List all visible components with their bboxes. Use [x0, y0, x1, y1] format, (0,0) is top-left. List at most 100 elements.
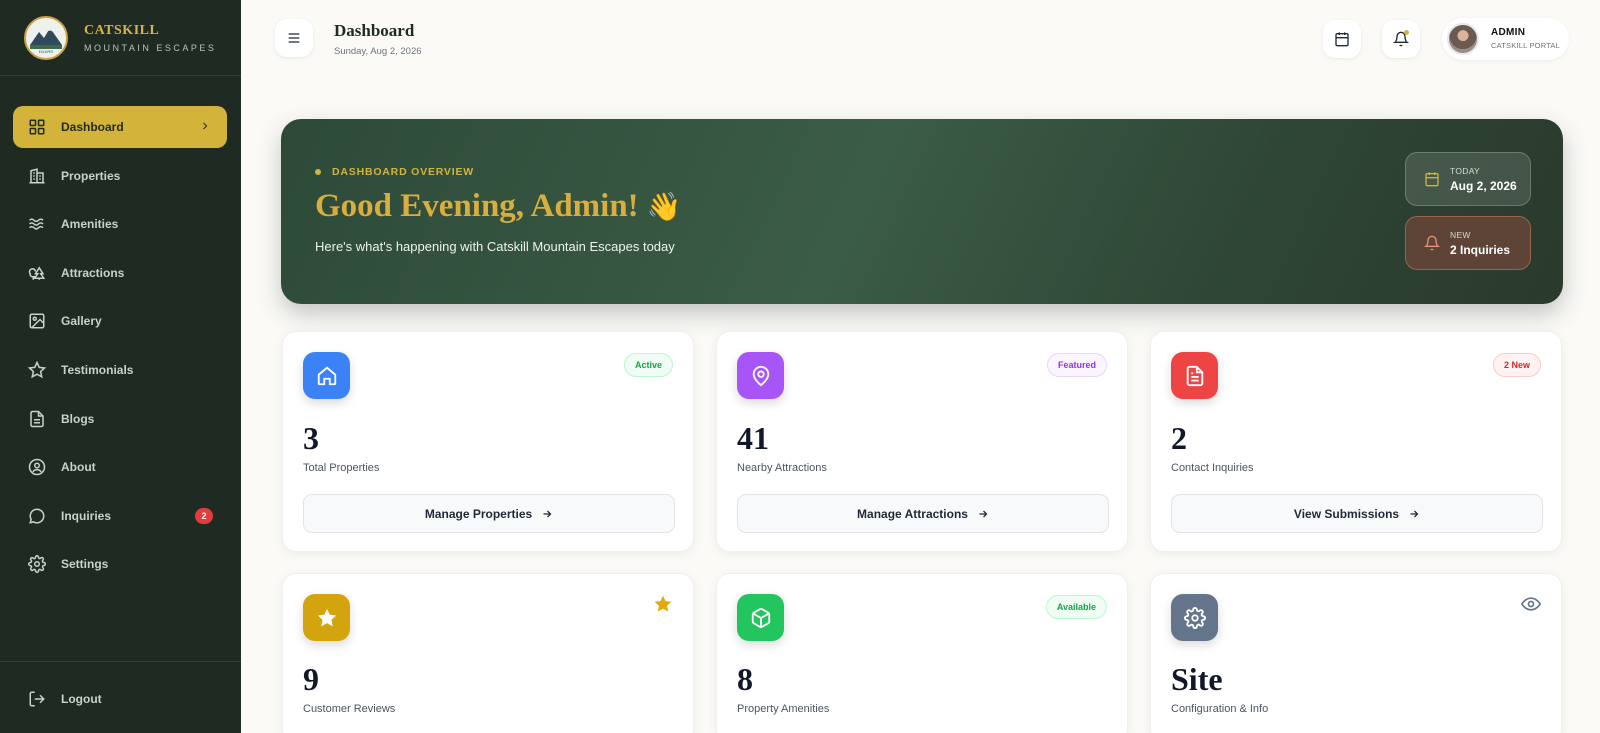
sidebar-item-label: About: [61, 460, 96, 475]
status-badge: 2 New: [1492, 353, 1541, 377]
brand: ESCAPES CATSKILL MOUNTAIN ESCAPES: [0, 0, 241, 76]
stat-card-amenities: Available 8 Property Amenities: [716, 573, 1128, 733]
sidebar-item-about[interactable]: About: [13, 446, 227, 488]
page-date: Sunday, Aug 2, 2026: [334, 46, 422, 57]
box-icon: [737, 594, 784, 641]
manage-properties-button[interactable]: Manage Properties: [303, 494, 675, 533]
sidebar-item-label: Inquiries: [61, 508, 112, 523]
eye-icon[interactable]: [1520, 594, 1542, 619]
hero-kicker-label: DASHBOARD OVERVIEW: [332, 166, 474, 178]
map-pin-icon: [737, 352, 784, 399]
notifications-button[interactable]: [1382, 20, 1420, 58]
star-icon: [303, 594, 350, 641]
new-inquiries-pill[interactable]: NEW 2 Inquiries: [1405, 216, 1531, 270]
brand-logo[interactable]: ESCAPES: [24, 15, 68, 60]
hero-greeting: Good Evening, Admin! 👋: [315, 188, 682, 225]
bell-icon: [1424, 235, 1440, 251]
button-label: View Submissions: [1293, 506, 1400, 521]
file-icon: [1171, 352, 1218, 399]
stat-card-site: Site Configuration & Info: [1150, 573, 1562, 733]
sidebar-item-properties[interactable]: Properties: [13, 155, 227, 197]
view-submissions-button[interactable]: View Submissions: [1171, 494, 1543, 533]
arrow-right-icon: [1408, 508, 1420, 520]
waving-hand-icon: 👋: [646, 192, 682, 223]
new-label: NEW: [1450, 229, 1471, 240]
new-value: 2 Inquiries: [1450, 242, 1511, 257]
sidebar-item-attractions[interactable]: Attractions: [13, 252, 227, 294]
building-icon: [27, 166, 47, 186]
sidebar-item-label: Dashboard: [61, 120, 124, 134]
sidebar-item-amenities[interactable]: Amenities: [13, 203, 227, 245]
stat-value: 2: [1171, 420, 1187, 456]
stat-label: Property Amenities: [737, 703, 830, 715]
sidebar-item-blogs[interactable]: Blogs: [13, 398, 227, 440]
stat-card-attractions: Featured 41 Nearby Attractions Manage At…: [716, 331, 1128, 552]
logout-label: Logout: [61, 692, 102, 706]
stat-value: 9: [303, 661, 319, 697]
arrow-right-icon: [541, 508, 553, 520]
grid-icon: [27, 117, 47, 137]
document-icon: [27, 409, 47, 429]
logout-icon: [27, 689, 47, 709]
arrow-right-icon: [977, 508, 989, 520]
gear-icon: [1171, 594, 1218, 641]
sidebar-item-label: Gallery: [61, 314, 102, 329]
hamburger-icon: [286, 30, 302, 46]
gear-icon: [27, 554, 47, 574]
top-header: Dashboard Sunday, Aug 2, 2026 ADMIN CATS…: [241, 0, 1600, 78]
sidebar-item-label: Testimonials: [61, 362, 134, 377]
chat-icon: [27, 506, 47, 526]
stat-label: Configuration & Info: [1171, 703, 1269, 715]
calendar-icon: [1334, 31, 1350, 47]
manage-attractions-button[interactable]: Manage Attractions: [737, 494, 1109, 533]
greeting-text: Good Evening, Admin!: [315, 188, 639, 224]
today-value: Aug 2, 2026: [1450, 178, 1517, 193]
stat-value: 8: [737, 661, 753, 697]
sidebar-item-testimonials[interactable]: Testimonials: [13, 349, 227, 391]
calendar-button[interactable]: [1323, 20, 1361, 58]
stat-value: 41: [737, 420, 769, 456]
welcome-banner: DASHBOARD OVERVIEW Good Evening, Admin! …: [281, 119, 1563, 304]
sidebar-item-label: Settings: [61, 557, 109, 572]
logout-button[interactable]: Logout: [13, 678, 227, 720]
stat-card-properties: Active 3 Total Properties Manage Propert…: [282, 331, 694, 552]
trees-icon: [27, 263, 47, 283]
today-label: TODAY: [1450, 165, 1480, 176]
today-pill: TODAY Aug 2, 2026: [1405, 152, 1531, 206]
sidebar-item-settings[interactable]: Settings: [13, 543, 227, 585]
notification-dot: [1404, 30, 1409, 35]
user-circle-icon: [27, 457, 47, 477]
menu-toggle-button[interactable]: [275, 19, 313, 57]
stat-value: 3: [303, 420, 319, 456]
hero-kicker: DASHBOARD OVERVIEW: [315, 166, 474, 178]
stat-label: Nearby Attractions: [737, 462, 827, 474]
avatar: [1447, 23, 1479, 55]
calendar-icon: [1424, 171, 1440, 187]
star-icon: [653, 594, 673, 619]
sidebar-item-inquiries[interactable]: Inquiries 2: [13, 495, 227, 537]
button-label: Manage Properties: [424, 506, 533, 521]
stat-label: Customer Reviews: [303, 703, 396, 715]
sidebar-item-label: Amenities: [61, 217, 119, 232]
sidebar-item-gallery[interactable]: Gallery: [13, 300, 227, 342]
waves-icon: [27, 214, 47, 234]
svg-text:ESCAPES: ESCAPES: [39, 50, 53, 54]
sidebar-item-label: Properties: [61, 168, 121, 183]
status-badge: Active: [623, 353, 673, 377]
inquiries-count-badge: 2: [195, 507, 213, 524]
status-badge: Featured: [1046, 353, 1107, 377]
sidebar-nav: Dashboard Properties Amenities Attractio…: [0, 76, 241, 585]
user-menu[interactable]: ADMIN CATSKILL PORTAL: [1442, 18, 1569, 60]
home-icon: [303, 352, 350, 399]
kicker-dot: [315, 169, 321, 175]
star-icon: [27, 360, 47, 380]
stat-card-reviews: 9 Customer Reviews: [282, 573, 694, 733]
user-name: ADMIN: [1491, 27, 1526, 38]
stat-card-inquiries: 2 New 2 Contact Inquiries View Submissio…: [1150, 331, 1562, 552]
chevron-right-icon: [199, 119, 211, 137]
sidebar-item-label: Attractions: [61, 265, 125, 280]
sidebar: ESCAPES CATSKILL MOUNTAIN ESCAPES Dashbo…: [0, 0, 241, 733]
stat-label: Contact Inquiries: [1171, 462, 1254, 474]
sidebar-item-dashboard[interactable]: Dashboard: [13, 106, 227, 148]
page-title: Dashboard: [334, 21, 415, 40]
